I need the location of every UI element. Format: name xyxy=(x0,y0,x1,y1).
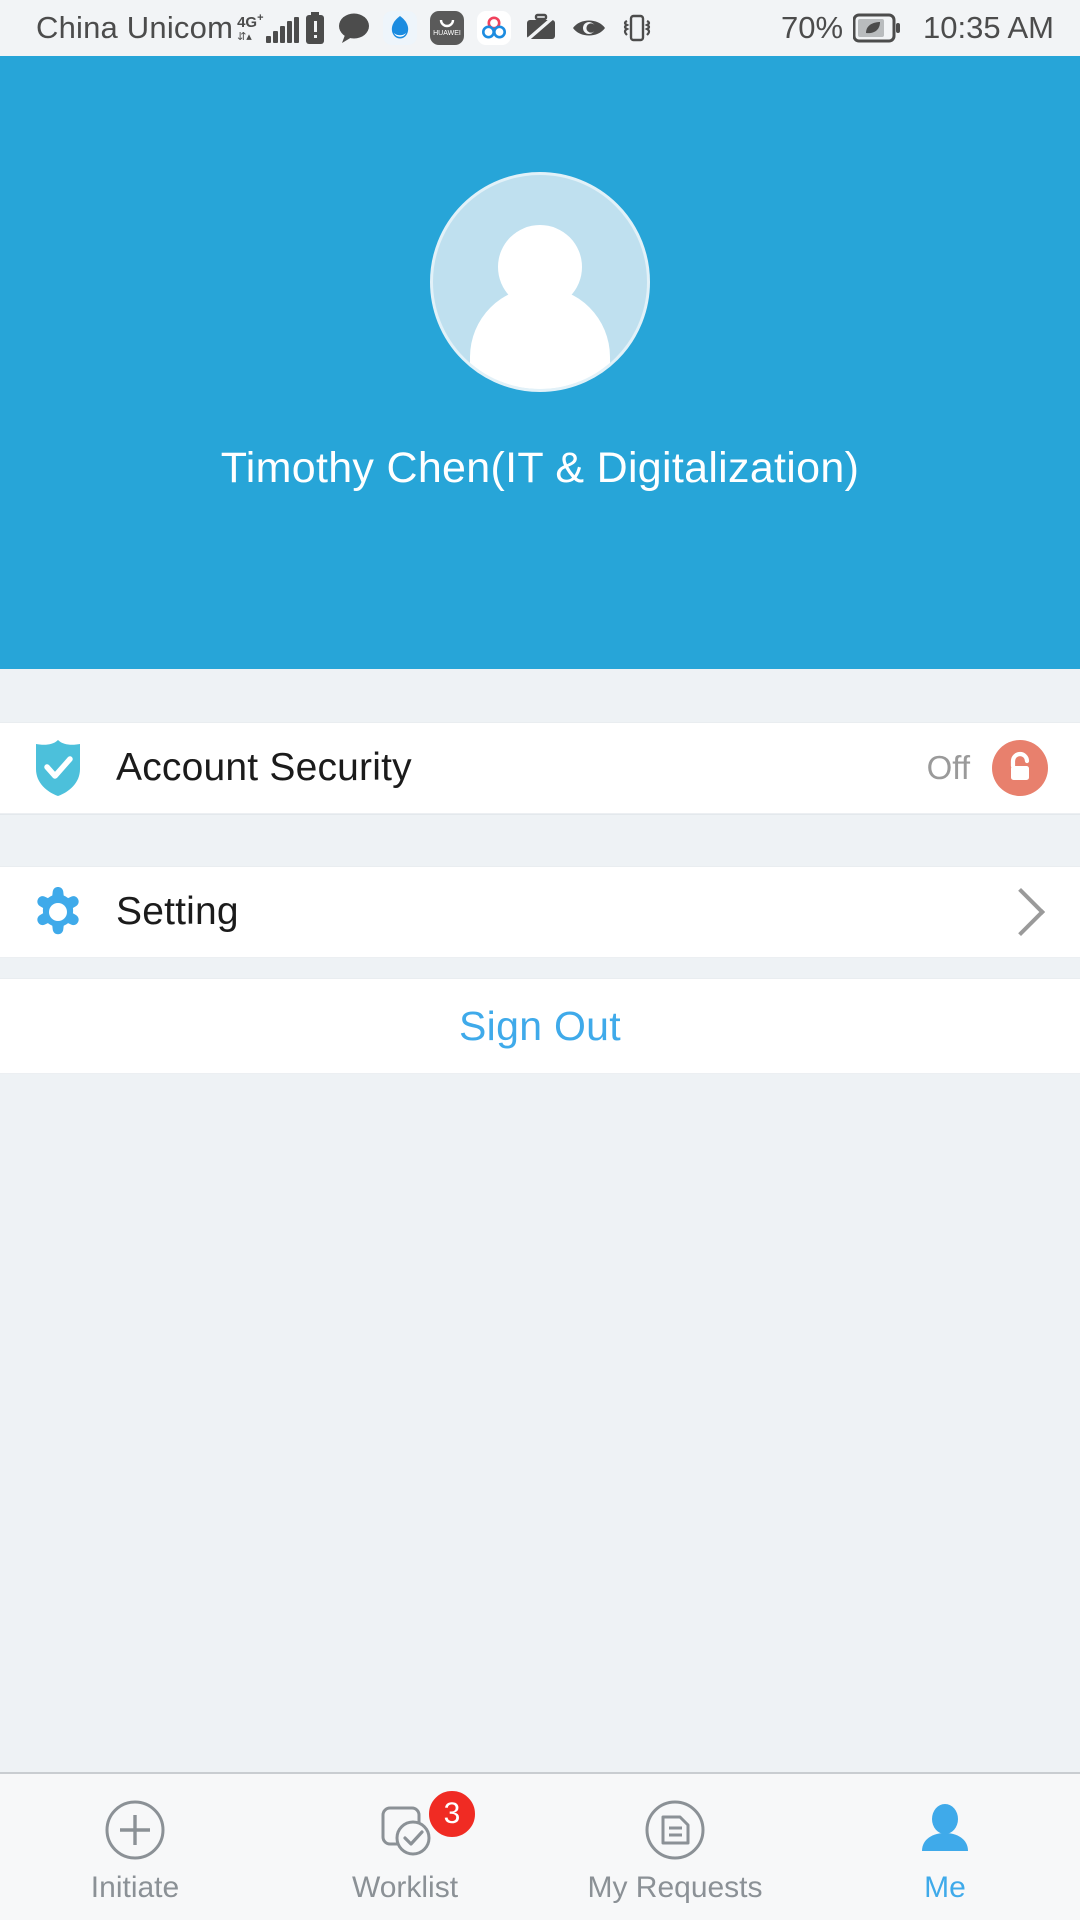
vibrate-icon xyxy=(623,14,650,42)
profile-header: Timothy Chen(IT & Digitalization) xyxy=(0,56,1080,669)
network-plus-label: + xyxy=(257,12,264,24)
battery-saver-leaf-icon xyxy=(853,13,901,43)
gear-icon xyxy=(30,885,86,939)
tab-worklist[interactable]: 3 Worklist xyxy=(270,1774,540,1920)
sign-out-button[interactable]: Sign Out xyxy=(0,978,1080,1074)
chat-bubble-icon xyxy=(338,13,369,43)
battery-percent-label: 70% xyxy=(780,10,844,45)
person-filled-icon xyxy=(913,1795,977,1865)
tab-me[interactable]: Me xyxy=(810,1774,1080,1920)
worklist-badge: 3 xyxy=(427,1789,477,1839)
section-gap-middle xyxy=(0,814,1080,866)
section-gap-bottom xyxy=(0,958,1080,978)
avatar[interactable] xyxy=(430,172,650,392)
avatar-body-shape xyxy=(470,287,610,389)
clock-label: 10:35 AM xyxy=(923,10,1054,45)
sign-out-label: Sign Out xyxy=(459,1002,621,1049)
page-title: Timothy Chen(IT & Digitalization) xyxy=(220,444,860,492)
bottom-tab-bar: Initiate 3 Worklist My Requests Me xyxy=(0,1772,1080,1920)
work-mode-off-icon xyxy=(524,13,557,43)
status-bar: China Unicom 4G+ ⇵▴ HUAWEI 70% 10:35 AM xyxy=(0,0,1080,56)
carrier-label: China Unicom xyxy=(36,10,234,45)
shield-check-icon xyxy=(30,739,86,797)
tab-initiate-label: Initiate xyxy=(90,1871,180,1904)
document-circle-icon xyxy=(643,1795,707,1865)
tab-my-requests-label: My Requests xyxy=(587,1871,763,1904)
cloud-browser-app-icon xyxy=(382,11,417,45)
tab-worklist-label: Worklist xyxy=(351,1871,459,1904)
battery-alert-icon xyxy=(305,12,324,44)
tab-me-label: Me xyxy=(924,1871,966,1904)
signal-bars-icon: 4G+ ⇵▴ xyxy=(237,12,299,43)
task-check-icon: 3 xyxy=(373,1789,477,1865)
eye-comfort-icon xyxy=(572,20,605,36)
tab-my-requests[interactable]: My Requests xyxy=(540,1774,810,1920)
account-security-status: Off xyxy=(926,749,970,786)
page-filler xyxy=(0,1074,1080,1772)
section-gap-top xyxy=(0,669,1080,722)
setting-row[interactable]: Setting xyxy=(0,866,1080,958)
profile-screen: China Unicom 4G+ ⇵▴ HUAWEI 70% 10:35 AM … xyxy=(0,0,1080,1920)
account-security-label: Account Security xyxy=(116,746,412,789)
tab-initiate[interactable]: Initiate xyxy=(0,1774,270,1920)
signal-sub-icon: ⇵▴ xyxy=(237,31,252,43)
chevron-right-icon xyxy=(996,887,1046,937)
setting-label: Setting xyxy=(116,890,239,933)
account-security-row[interactable]: Account Security Off xyxy=(0,722,1080,814)
colorful-app-icon xyxy=(476,11,511,45)
plus-circle-icon xyxy=(103,1795,167,1865)
huawei-app-icon: HUAWEI xyxy=(429,11,464,45)
network-type-label: 4G xyxy=(237,14,258,31)
unlocked-padlock-icon[interactable] xyxy=(992,740,1048,796)
svg-text:HUAWEI: HUAWEI xyxy=(433,30,461,37)
signal-strength-bars xyxy=(265,17,299,43)
